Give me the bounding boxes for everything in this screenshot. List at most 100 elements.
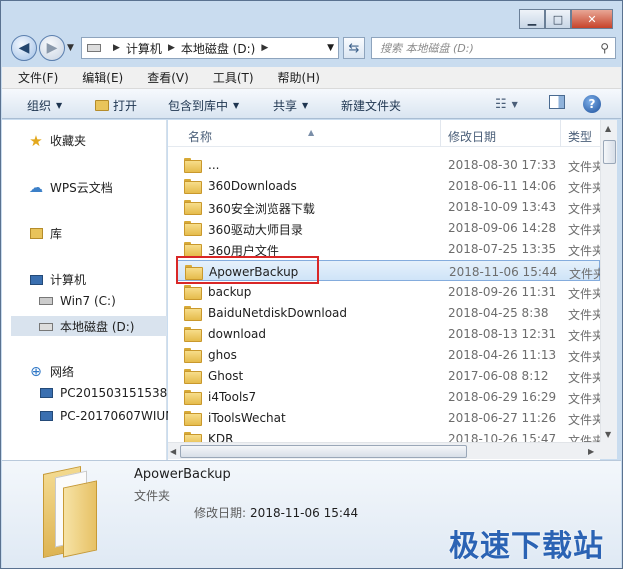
column-divider[interactable]: [440, 120, 441, 147]
close-button[interactable]: ✕: [571, 9, 613, 29]
help-button[interactable]: ?: [583, 95, 601, 113]
nav-wps-label: WPS云文档: [50, 181, 113, 195]
nav-wps-cloud[interactable]: ☁ WPS云文档: [28, 179, 113, 196]
file-name: Ghost: [208, 369, 244, 383]
file-row[interactable]: 360Downloads 2018-06-11 14:06 文件夹: [176, 175, 600, 196]
file-row[interactable]: i4Tools7 2018-06-29 16:29 文件夹: [176, 386, 600, 407]
menu-file[interactable]: 文件(F): [2, 69, 66, 86]
file-type: 文件夹: [568, 413, 600, 428]
file-row[interactable]: 360安全浏览器下载 2018-10-09 13:43 文件夹: [176, 196, 600, 217]
minimize-icon: ▁: [527, 12, 537, 26]
minimize-button[interactable]: ▁: [519, 9, 545, 29]
file-row[interactable]: Ghost 2017-06-08 8:12 文件夹: [176, 365, 600, 386]
scroll-down-icon[interactable]: ▼: [605, 430, 611, 439]
scroll-right-icon[interactable]: ▶: [588, 447, 594, 456]
vertical-scrollbar[interactable]: ▲ ▼: [600, 120, 617, 442]
nav-pc-2-label: PC-20170607WIUN: [60, 409, 175, 423]
watermark-text: 极速下载站: [449, 529, 604, 564]
address-bar[interactable]: ▶ 计算机 ▶ 本地磁盘 (D:) ▶ ▼: [81, 37, 339, 59]
details-modified: 修改日期: 2018-11-06 15:44: [194, 504, 358, 521]
menu-tools[interactable]: 工具(T): [197, 69, 262, 86]
back-button[interactable]: ◀: [11, 35, 37, 61]
new-folder-label: 新建文件夹: [341, 99, 402, 113]
folder-icon: [184, 326, 202, 342]
search-icon[interactable]: ⚲: [600, 41, 609, 55]
chevron-down-icon: ▼: [56, 101, 63, 110]
file-date: 2018-11-06 15:44: [449, 264, 558, 279]
recent-pages-dropdown[interactable]: ▼: [67, 43, 74, 53]
scroll-left-icon[interactable]: ◀: [170, 447, 176, 456]
nav-pc-2[interactable]: PC-20170607WIUN: [38, 409, 174, 423]
menu-view[interactable]: 查看(V): [131, 69, 197, 86]
horizontal-scrollbar[interactable]: ◀ ▶: [168, 442, 600, 459]
open-button[interactable]: 打开: [95, 97, 137, 114]
address-dropdown-icon[interactable]: ▼: [327, 43, 334, 53]
new-folder-button[interactable]: 新建文件夹: [341, 97, 401, 114]
network-icon: ⊕: [30, 363, 42, 380]
file-name: iToolsWechat: [208, 411, 286, 426]
breadcrumb-local-disk[interactable]: 本地磁盘 (D:): [181, 40, 255, 57]
file-type: 文件夹: [568, 202, 600, 217]
forward-button[interactable]: ▶: [39, 35, 65, 61]
file-name: ...: [208, 158, 220, 172]
maximize-button[interactable]: □: [545, 9, 571, 29]
nav-library[interactable]: 库: [28, 225, 62, 242]
breadcrumb-separator-icon[interactable]: ▶: [113, 43, 120, 53]
file-type: 文件夹: [568, 392, 600, 407]
file-row[interactable]: ghos 2018-04-26 11:13 文件夹: [176, 344, 600, 365]
column-type[interactable]: 类型: [568, 128, 592, 145]
search-input[interactable]: 搜索 本地磁盘 (D:) ⚲: [371, 37, 616, 59]
file-row[interactable]: ... 2018-08-30 17:33 文件夹: [176, 154, 600, 175]
network-computer-icon: [38, 409, 54, 423]
refresh-button[interactable]: ⇆: [343, 37, 365, 59]
breadcrumb-computer[interactable]: 计算机: [126, 40, 162, 57]
file-date: 2018-04-25 8:38: [448, 305, 549, 320]
nav-network[interactable]: ⊕ 网络: [28, 363, 74, 380]
file-row[interactable]: download 2018-08-13 12:31 文件夹: [176, 323, 600, 344]
organize-button[interactable]: 组织 ▼: [27, 97, 62, 114]
file-row[interactable]: BaiduNetdiskDownload 2018-04-25 8:38 文件夹: [176, 302, 600, 323]
vertical-scroll-thumb[interactable]: [603, 140, 616, 164]
file-name: download: [208, 326, 267, 341]
details-file-name: ApowerBackup: [134, 467, 231, 482]
file-row[interactable]: 360驱动大师目录 2018-09-06 14:28 文件夹: [176, 217, 600, 238]
library-icon: [28, 227, 44, 241]
close-icon: ✕: [587, 12, 597, 26]
nav-pc-1[interactable]: PC201503151538: [38, 386, 167, 400]
breadcrumb-separator-icon[interactable]: ▶: [261, 43, 268, 53]
file-type: 文件夹: [568, 223, 600, 238]
horizontal-scroll-thumb[interactable]: [180, 445, 467, 458]
include-in-library-button[interactable]: 包含到库中 ▼: [168, 97, 239, 114]
network-computer-icon: [38, 386, 54, 400]
scroll-up-icon[interactable]: ▲: [605, 124, 611, 133]
column-modified[interactable]: 修改日期: [448, 128, 496, 145]
folder-icon: [184, 305, 202, 321]
file-date: 2018-06-29 16:29: [448, 390, 557, 405]
drive-icon: [38, 320, 54, 334]
share-button[interactable]: 共享 ▼: [273, 97, 308, 114]
file-name: 360安全浏览器下载: [208, 202, 315, 217]
file-row[interactable]: iToolsWechat 2018-06-27 11:26 文件夹: [176, 407, 600, 428]
file-date: 2018-06-11 14:06: [448, 179, 557, 194]
nav-drive-d[interactable]: 本地磁盘 (D:): [38, 318, 134, 335]
column-divider[interactable]: [560, 120, 561, 147]
window-controls: ▁ □ ✕: [519, 9, 613, 29]
scrollbar-corner: [600, 442, 617, 459]
chevron-down-icon: ▼: [233, 101, 240, 110]
file-date: 2017-06-08 8:12: [448, 369, 549, 383]
nav-favorites[interactable]: ★ 收藏夹: [28, 132, 86, 150]
menu-help[interactable]: 帮助(H): [262, 69, 328, 86]
column-name[interactable]: 名称: [188, 128, 212, 145]
details-file-type: 文件夹: [134, 489, 171, 503]
preview-pane-button[interactable]: [549, 95, 565, 109]
folder-icon: [184, 242, 202, 258]
nav-drive-c[interactable]: Win7 (C:): [38, 294, 116, 308]
explorer-window: ▁ □ ✕ ◀ ▶ ▼ ▶ 计算机 ▶ 本地磁盘 (D:) ▶ ▼ ⇆ 搜索 本…: [0, 0, 623, 569]
menu-edit[interactable]: 编辑(E): [66, 69, 131, 86]
folder-icon: [184, 390, 202, 406]
breadcrumb-separator-icon[interactable]: ▶: [168, 43, 175, 53]
view-options-button[interactable]: ☷ ▼: [495, 97, 518, 112]
folder-icon: [184, 221, 202, 237]
nav-computer[interactable]: 计算机: [28, 271, 86, 288]
file-date: 2018-04-26 11:13: [448, 347, 557, 362]
